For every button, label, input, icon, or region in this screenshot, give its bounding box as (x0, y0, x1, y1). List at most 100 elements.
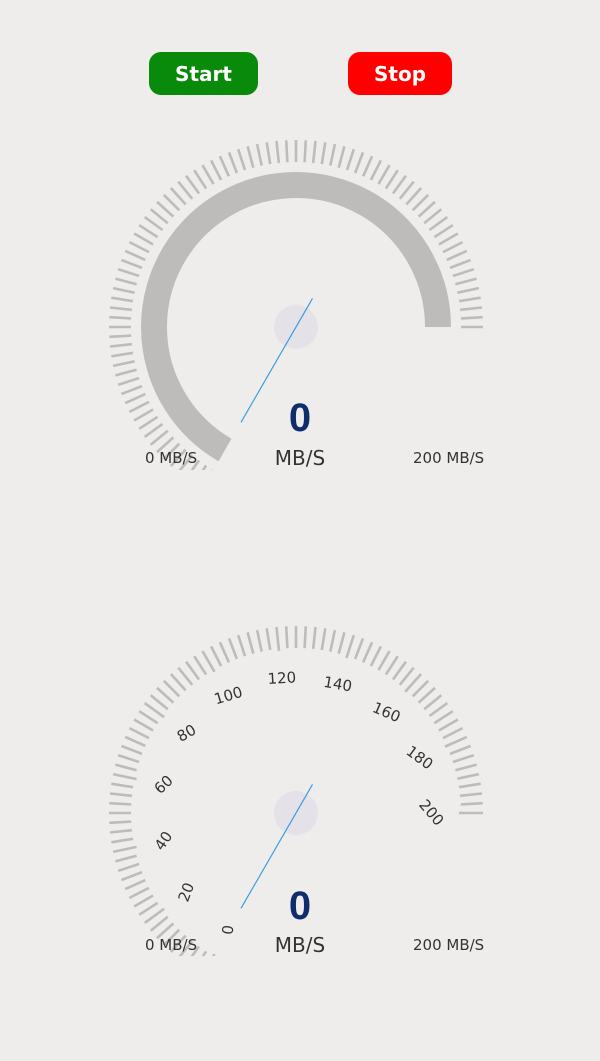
gauge-tick (117, 376, 140, 387)
gauge-tick (458, 782, 481, 789)
gauge-tick (433, 224, 454, 239)
gauge-tick (369, 645, 383, 667)
gauge-tick (128, 400, 150, 414)
gauge-tick (329, 629, 337, 652)
gauge-tick (117, 862, 140, 873)
gauge-tick (133, 232, 154, 246)
gauge-tick (227, 151, 239, 174)
gauge-tick (275, 140, 281, 164)
gauge-tick (109, 315, 132, 320)
stop-button[interactable]: Stop (348, 52, 452, 95)
gauge-tick (361, 155, 374, 177)
gauge-tick (109, 820, 132, 825)
start-button[interactable]: Start (149, 52, 258, 95)
gauge-tick (128, 726, 150, 740)
gauge-tick (457, 772, 480, 780)
gauge-tick (438, 718, 459, 732)
gauge-tick (143, 422, 164, 438)
gauge-tick (120, 870, 143, 882)
gauge-tick (320, 628, 327, 651)
gauge-unit: MB/S (274, 446, 326, 470)
gauge-tick (109, 306, 133, 312)
gauge-tick (109, 828, 133, 834)
gauge-tick (284, 140, 289, 163)
gauge-tick (417, 200, 436, 218)
speed-gauge-arc: 0 MB/S 0 MB/S 200 MB/S (0, 130, 600, 470)
gauge-scale-label: 100 (212, 683, 245, 708)
gauge-tick (265, 628, 272, 651)
gauge-tick (227, 637, 239, 660)
gauge-tick (438, 232, 459, 246)
gauge-tick (156, 686, 175, 704)
gauge-tick (138, 224, 159, 239)
gauge-tick (112, 360, 135, 368)
gauge-min-label: 0 MB/S (145, 936, 198, 954)
gauge-tick (255, 629, 263, 652)
gauge-tick (423, 208, 443, 225)
gauge-tick (246, 146, 255, 168)
gauge-tick (169, 673, 187, 692)
gauge-tick (369, 159, 383, 181)
gauge-tick (236, 148, 247, 171)
gauge-tick (428, 216, 449, 232)
gauge-tick (246, 632, 255, 654)
gauge-tick (133, 408, 154, 422)
gauge-tick (337, 632, 346, 654)
gauge-tick (417, 686, 436, 704)
gauge-tick (112, 286, 135, 294)
gauge-scale-label: 160 (370, 698, 403, 726)
gauge-tick (177, 666, 194, 686)
gauge-tick (311, 140, 317, 164)
gauge-tick (275, 626, 281, 652)
gauge-tick (411, 679, 430, 698)
gauge-tick (117, 753, 140, 764)
gauge-tick (459, 306, 483, 312)
gauge-tick (117, 267, 140, 278)
gauge-value: 0 (288, 396, 312, 440)
gauge-max-label: 200 MB/S (413, 449, 485, 467)
gauge-tick (185, 660, 201, 681)
gauge-tick (265, 142, 272, 165)
gauge-tick (201, 164, 215, 185)
gauge-tick (405, 187, 423, 206)
gauge-tick (391, 174, 407, 195)
gauge-tick (455, 763, 477, 772)
gauge-tick (459, 792, 483, 798)
gauge-tick (124, 392, 146, 405)
gauge-tick (124, 249, 146, 262)
gauge-tick (391, 660, 407, 681)
gauge-scale-label: 120 (267, 668, 297, 688)
gauge-tick (303, 140, 308, 163)
gauge-tick (353, 151, 365, 174)
gauge-tick (138, 710, 159, 725)
gauge-unit: MB/S (274, 933, 326, 957)
gauge-tick (111, 351, 134, 358)
gauge-tick (457, 286, 480, 294)
gauge-tick (411, 193, 430, 212)
gauge-min-label: 0 MB/S (145, 449, 198, 467)
gauge-value: 0 (288, 884, 312, 928)
gauge-tick (449, 258, 472, 270)
gauge-scale-label: 60 (151, 771, 177, 797)
gauge-tick (111, 837, 134, 844)
gauge-tick (109, 334, 132, 339)
gauge-tick (112, 772, 137, 781)
gauge-tick (455, 277, 477, 286)
gauge-tick (433, 710, 454, 725)
gauge-tick (284, 626, 289, 649)
gauge-tick (149, 429, 169, 446)
gauge-tick (120, 384, 143, 396)
gauge-tick (452, 753, 475, 764)
gauge-tick (115, 368, 137, 377)
gauge-scale-label: 180 (403, 742, 437, 773)
gauge-tick (120, 258, 143, 270)
gauge-tick (449, 744, 472, 756)
gauge-tick (162, 679, 181, 698)
gauge-tick (452, 267, 475, 278)
gauge-tick (138, 415, 159, 430)
gauge-tick (377, 650, 391, 671)
speed-gauge-numbered: 0 20 40 60 80 100 120 140 160 180 200 0 MB/S 0 MB/… (0, 616, 600, 957)
gauge-tick (149, 208, 169, 225)
gauge-max-label: 200 MB/S (413, 936, 485, 954)
gauge-tick (193, 655, 208, 676)
